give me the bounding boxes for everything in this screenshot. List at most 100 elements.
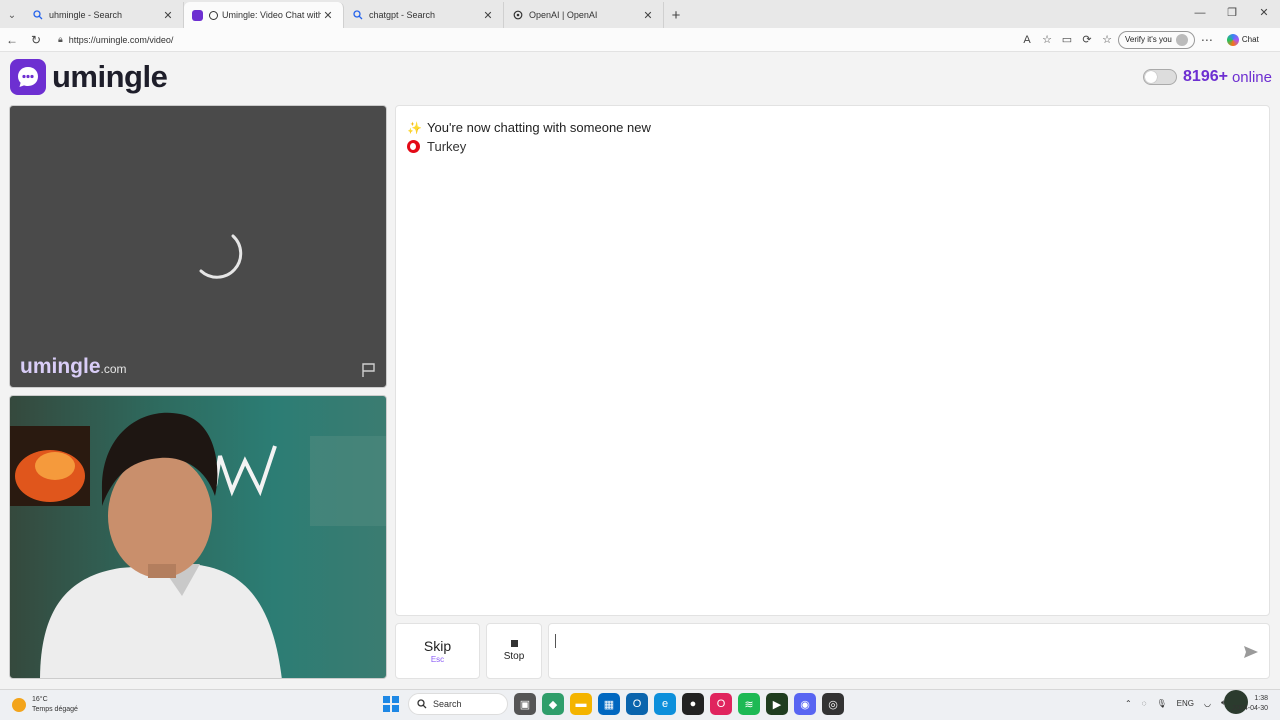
copilot-app-icon[interactable]: ◆ [542,693,564,715]
favorites-icon[interactable]: ☆ [1100,33,1114,46]
chat-log: ✨ You're now chatting with someone new T… [395,105,1270,616]
read-aloud-icon[interactable]: A [1020,34,1034,46]
new-tab-button[interactable]: + [664,2,688,28]
tab-title: OpenAI | OpenAI [529,10,598,20]
close-tab-icon[interactable]: ✕ [641,9,655,22]
browser-tab[interactable]: chatgpt - Search ✕ [344,2,504,28]
stop-icon [510,640,518,647]
spotify-icon[interactable]: ≋ [738,693,760,715]
message-input[interactable] [549,624,1269,678]
system-tray: ⌃ ◌ 🎙︎ ENG ◡ 🔊︎ [1125,698,1226,708]
extensions-icon[interactable]: ⟳ [1080,33,1094,46]
close-tab-icon[interactable]: ✕ [321,9,335,22]
task-view-icon[interactable]: ▣ [514,693,536,715]
browser-tab-strip: ⌄ uhmingle - Search ✕ Umingle: Video Cha… [0,0,1280,28]
stranger-video: umingle.com [9,105,387,388]
message-box [548,623,1270,679]
address-bar-actions: A ☆ ▭ ⟳ ☆ [1020,33,1114,47]
microphone-icon[interactable]: 🎙︎ [1156,699,1166,708]
skip-shortcut: Esc [430,655,445,664]
online-count: 8196+ [1183,68,1228,85]
clock[interactable]: 1:38 2024-04-30 [1232,694,1268,714]
search-icon [352,10,363,21]
skip-label: Skip [423,638,452,654]
umingle-logo-icon[interactable] [10,59,46,95]
turkey-flag-icon [407,140,420,153]
theme-toggle[interactable] [1143,69,1178,85]
stop-button[interactable]: Stop [486,623,542,679]
country-name: Turkey [427,139,467,154]
search-icon [417,699,427,709]
windows-taskbar: 16°C Temps dégagé Search ▣ ◆ ▬ ▦ O e ● O… [0,689,1280,720]
tab-title: uhmingle - Search [49,10,123,20]
webcam-feed [10,412,386,678]
temperature: 16°C [32,696,48,703]
store-icon[interactable]: ▦ [598,693,620,715]
site-info-icon[interactable]: 🔒︎ [58,34,63,45]
chat-controls: Skip Esc Stop [395,623,1270,679]
taskbar-search[interactable]: Search [408,693,508,715]
tab-actions-menu[interactable]: ⌄ [0,2,24,28]
system-message-text: You're now chatting with someone new [427,120,651,135]
close-tab-icon[interactable]: ✕ [161,9,175,22]
obs-icon[interactable]: ● [682,693,704,715]
online-label: online [1231,68,1272,86]
system-message: ✨ You're now chatting with someone new [407,120,651,135]
text-caret [555,634,556,648]
split-screen-icon[interactable]: ▭ [1060,33,1074,46]
edge-icon[interactable]: e [654,693,676,715]
umingle-watermark: umingle.com [20,355,127,379]
report-flag-icon[interactable] [360,361,378,379]
copilot-label: Chat [1241,35,1259,44]
minimize-icon[interactable]: — [1184,0,1216,26]
browser-tab[interactable]: OpenAI | OpenAI ✕ [504,2,664,28]
watermark-brand: umingle [20,355,101,378]
windows-start-icon[interactable] [380,693,402,715]
umingle-page: umingle 8196+ online umingle.com ✨ You'r… [0,53,1280,686]
verify-label: Verify it's you [1125,35,1172,44]
copilot-icon [1226,33,1239,46]
sparkles-icon: ✨ [407,120,422,135]
close-window-icon[interactable]: ✕ [1248,0,1280,26]
country-message: Turkey [407,139,466,154]
refresh-icon[interactable]: ↻ [24,33,48,47]
brand-name[interactable]: umingle [52,59,168,95]
file-explorer-icon[interactable]: ▬ [570,693,592,715]
url-text: https://umingle.com/video/ [68,34,174,45]
audio-playing-icon [209,10,218,20]
loading-spinner [199,234,243,279]
app-icon[interactable]: ◎ [822,693,844,715]
openai-icon [512,10,523,21]
favorite-star-icon[interactable]: ☆ [1040,33,1054,46]
window-controls: — ❐ ✕ [1184,0,1280,26]
self-webcam-video [9,395,387,679]
discord-icon[interactable]: ◉ [794,693,816,715]
browser-tab[interactable]: uhmingle - Search ✕ [24,2,184,28]
more-options-icon[interactable]: ⋯ [1195,33,1219,47]
outlook-icon[interactable]: O [626,693,648,715]
close-tab-icon[interactable]: ✕ [481,9,495,22]
skip-button[interactable]: Skip Esc [395,623,480,679]
tab-title: chatgpt - Search [369,10,436,20]
taskbar-search-label: Search [433,699,462,709]
weather-moon-icon [12,698,26,712]
weather-widget[interactable]: 16°C Temps dégagé [12,695,78,715]
clock-time: 1:38 [1254,695,1268,702]
chevron-up-icon[interactable]: ⌃ [1125,699,1132,708]
back-icon[interactable]: ← [0,33,24,47]
network-icon[interactable]: ◌ [1142,699,1147,708]
terminal-icon[interactable]: ▶ [766,693,788,715]
send-icon[interactable] [1243,644,1259,660]
opera-icon[interactable]: O [710,693,732,715]
umingle-icon [192,9,203,21]
taskbar-apps: Search ▣ ◆ ▬ ▦ O e ● O ≋ ▶ ◉ ◎ [380,693,844,715]
profile-verify-button[interactable]: Verify it's you [1118,30,1195,49]
weather-text: Temps dégagé [32,706,78,713]
browser-tab-active[interactable]: Umingle: Video Chat with Stra ✕ [184,2,344,28]
stop-label: Stop [503,651,525,662]
url-field[interactable]: 🔒︎ https://umingle.com/video/ [52,30,1012,50]
copilot-chat-button[interactable]: Chat [1226,33,1259,46]
wifi-icon[interactable]: ◡ [1204,699,1211,708]
language-indicator[interactable]: ENG [1177,699,1194,708]
maximize-icon[interactable]: ❐ [1216,0,1248,26]
